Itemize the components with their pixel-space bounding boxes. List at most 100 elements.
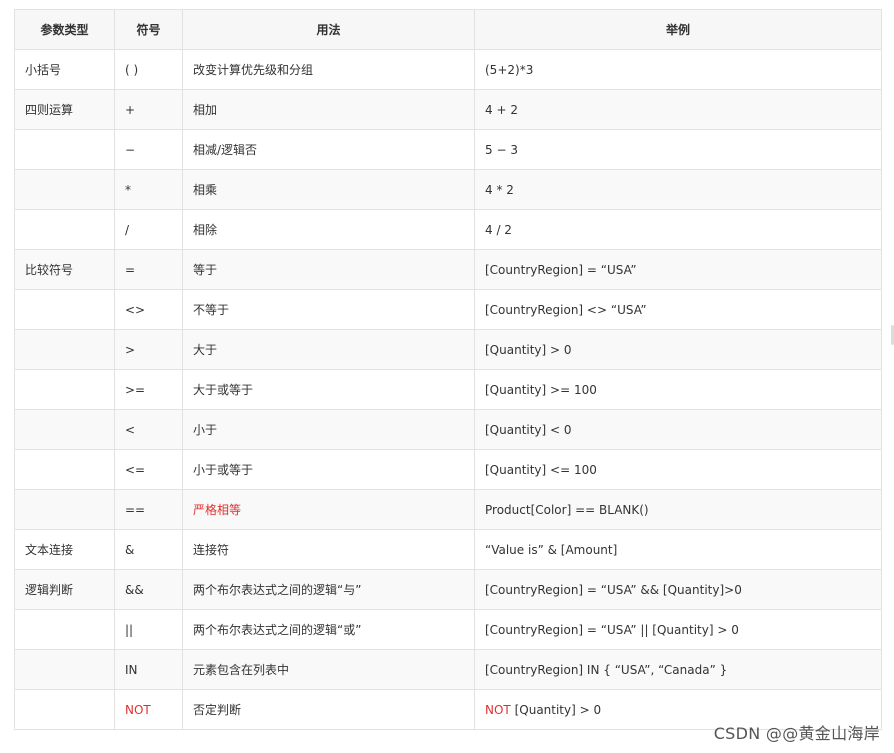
cell-symbol: <	[114, 409, 183, 450]
table-row: <> 不等于 [CountryRegion] <> “USA”	[14, 289, 882, 330]
cell-symbol: ||	[114, 609, 183, 650]
cell-usage: 元素包含在列表中	[182, 649, 475, 690]
cell-example: 5 − 3	[474, 129, 882, 170]
example-text: [CountryRegion] = “USA” && [Quantity]>0	[485, 582, 742, 597]
cell-symbol: >=	[114, 369, 183, 410]
example-text: [Quantity] >= 100	[485, 382, 597, 397]
table-row: IN 元素包含在列表中 [CountryRegion] IN { “USA”, “C…	[14, 649, 882, 690]
cell-example: 4 + 2	[474, 89, 882, 130]
cell-usage: 等于	[182, 249, 475, 290]
cell-usage: 大于	[182, 329, 475, 370]
table-row: / 相除 4 / 2	[14, 209, 882, 250]
table-row: == 严格相等 Product[Color] == BLANK()	[14, 489, 882, 530]
example-text: [Quantity] > 0	[485, 342, 572, 357]
cell-example: 4 / 2	[474, 209, 882, 250]
cell-symbol: >	[114, 329, 183, 370]
table-row: * 相乘 4 * 2	[14, 169, 882, 210]
cell-usage: 相加	[182, 89, 475, 130]
cell-usage: 小于	[182, 409, 475, 450]
example-text: [CountryRegion] IN { “USA”, “Canada” }	[485, 662, 728, 677]
table-row: − 相减/逻辑否 5 − 3	[14, 129, 882, 170]
csdn-watermark: CSDN @@黄金山海岸	[713, 724, 880, 743]
cell-usage: 不等于	[182, 289, 475, 330]
cell-symbol: +	[114, 89, 183, 130]
cell-category	[14, 609, 115, 650]
table-row: > 大于 [Quantity] > 0	[14, 329, 882, 370]
cell-usage: 两个布尔表达式之间的逻辑“或”	[182, 609, 475, 650]
cell-example: “Value is” & [Amount]	[474, 529, 882, 570]
cell-example: [CountryRegion] = “USA”	[474, 249, 882, 290]
cell-symbol: *	[114, 169, 183, 210]
example-text: [Quantity] <= 100	[485, 462, 597, 477]
cell-category	[14, 169, 115, 210]
cell-example: [Quantity] < 0	[474, 409, 882, 450]
cell-category: 四则运算	[14, 89, 115, 130]
cell-category: 比较符号	[14, 249, 115, 290]
header-symbol: 符号	[114, 9, 183, 50]
cell-category: 文本连接	[14, 529, 115, 570]
cell-example: Product[Color] == BLANK()	[474, 489, 882, 530]
cell-category	[14, 129, 115, 170]
cell-category	[14, 209, 115, 250]
cell-usage: 两个布尔表达式之间的逻辑“与”	[182, 569, 475, 610]
cell-category	[14, 689, 115, 730]
cell-symbol: <=	[114, 449, 183, 490]
example-text: [Quantity] > 0	[510, 702, 602, 717]
table-row: || 两个布尔表达式之间的逻辑“或” [CountryRegion] = “USA”…	[14, 609, 882, 650]
example-text: 4 * 2	[485, 182, 514, 197]
cell-category	[14, 329, 115, 370]
cell-symbol: =	[114, 249, 183, 290]
cell-symbol: <>	[114, 289, 183, 330]
cell-category: 逻辑判断	[14, 569, 115, 610]
table-row: 文本连接 & 连接符 “Value is” & [Amount]	[14, 529, 882, 570]
example-text: [CountryRegion] <> “USA”	[485, 302, 647, 317]
cell-example: [CountryRegion] = “USA” && [Quantity]>0	[474, 569, 882, 610]
cell-category	[14, 649, 115, 690]
example-text: 4 / 2	[485, 222, 512, 237]
header-category: 参数类型	[14, 9, 115, 50]
table-row: 逻辑判断 && 两个布尔表达式之间的逻辑“与” [CountryRegion] = “…	[14, 569, 882, 610]
cell-usage: 相减/逻辑否	[182, 129, 475, 170]
example-text: Product[Color] == BLANK()	[485, 502, 649, 517]
cell-symbol: /	[114, 209, 183, 250]
cell-usage: 连接符	[182, 529, 475, 570]
cell-usage: 相乘	[182, 169, 475, 210]
example-text: 4 + 2	[485, 102, 518, 117]
cell-example: 4 * 2	[474, 169, 882, 210]
cell-category	[14, 489, 115, 530]
cell-example: [CountryRegion] = “USA” || [Quantity] > …	[474, 609, 882, 650]
example-keyword: NOT	[485, 702, 511, 717]
cell-usage: 大于或等于	[182, 369, 475, 410]
table-row: 比较符号 = 等于 [CountryRegion] = “USA”	[14, 249, 882, 290]
cell-symbol: −	[114, 129, 183, 170]
example-text: [CountryRegion] = “USA”	[485, 262, 637, 277]
table-header-row: 参数类型 符号 用法 举例	[14, 9, 882, 50]
cell-symbol: ( )	[114, 49, 183, 90]
header-example: 举例	[474, 9, 882, 50]
example-text: “Value is” & [Amount]	[485, 542, 618, 557]
table-row: 小括号( ) 改变计算优先级和分组 (5+2)*3	[14, 49, 882, 90]
cell-example: [Quantity] <= 100	[474, 449, 882, 490]
example-text: [CountryRegion] = “USA” || [Quantity] > …	[485, 622, 739, 637]
example-text: 5 − 3	[485, 142, 518, 157]
table-row: >= 大于或等于 [Quantity] >= 100	[14, 369, 882, 410]
cell-category	[14, 409, 115, 450]
cell-example: [CountryRegion] IN { “USA”, “Canada” }	[474, 649, 882, 690]
cell-category: 小括号	[14, 49, 115, 90]
cell-example: [Quantity] > 0	[474, 329, 882, 370]
table-row: <= 小于或等于 [Quantity] <= 100	[14, 449, 882, 490]
table-row: < 小于 [Quantity] < 0	[14, 409, 882, 450]
cell-symbol: ==	[114, 489, 183, 530]
cell-symbol: NOT	[114, 689, 183, 730]
cell-example: [Quantity] >= 100	[474, 369, 882, 410]
table-row: 四则运算 + 相加 4 + 2	[14, 89, 882, 130]
example-text: [Quantity] < 0	[485, 422, 572, 437]
operators-table: 参数类型 符号 用法 举例 小括号( ) 改变计算优先级和分组 (5+2)*3 四则运…	[14, 9, 882, 730]
cell-usage: 严格相等	[182, 489, 475, 530]
cell-category	[14, 369, 115, 410]
cell-symbol: &&	[114, 569, 183, 610]
example-text: (5+2)*3	[485, 62, 534, 77]
header-usage: 用法	[182, 9, 475, 50]
cell-example: [CountryRegion] <> “USA”	[474, 289, 882, 330]
cell-usage: 否定判断	[182, 689, 475, 730]
